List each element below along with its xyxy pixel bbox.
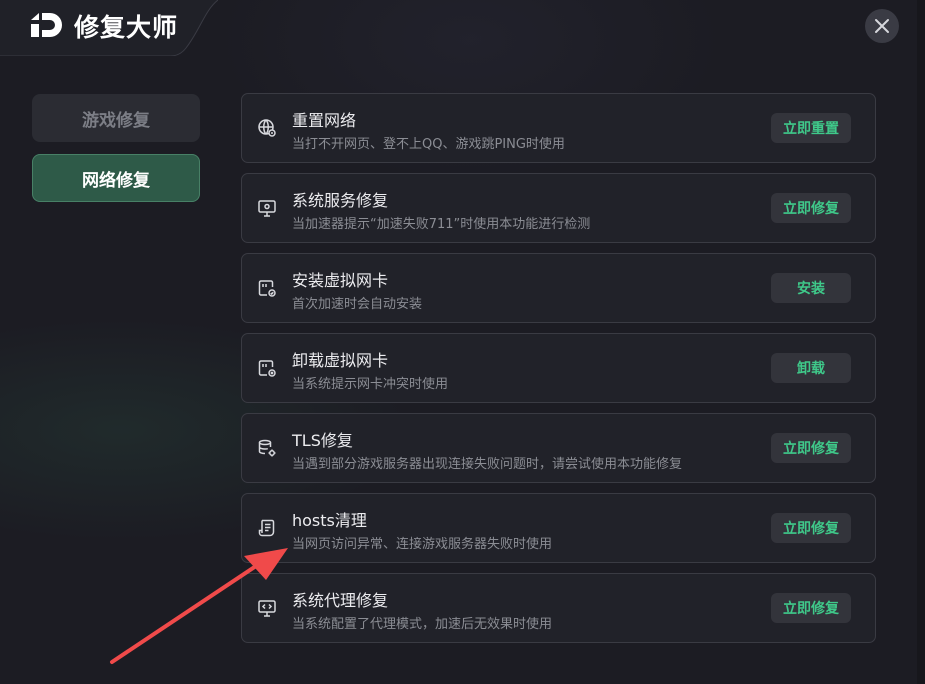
repair-title: 系统服务修复 bbox=[292, 191, 389, 210]
database-gear-icon bbox=[257, 438, 277, 458]
repair-title: 重置网络 bbox=[292, 111, 357, 130]
repair-description: 当系统提示网卡冲突时使用 bbox=[292, 377, 449, 392]
close-icon bbox=[875, 19, 889, 33]
repair-item-install-virtual-nic: 安装虚拟网卡 首次加速时会自动安装 安装 bbox=[241, 253, 876, 323]
repair-now-button[interactable]: 立即修复 bbox=[771, 513, 851, 543]
close-button[interactable] bbox=[865, 9, 899, 43]
repair-item-hosts-cleanup: hosts清理 当网页访问异常、连接游戏服务器失败时使用 立即修复 bbox=[241, 493, 876, 563]
repair-item-uninstall-virtual-nic: 卸载虚拟网卡 当系统提示网卡冲突时使用 卸载 bbox=[241, 333, 876, 403]
sidebar-item-label: 网络修复 bbox=[82, 170, 150, 191]
sidebar-item-network-repair[interactable]: 网络修复 bbox=[32, 154, 200, 202]
repair-item-system-proxy: 系统代理修复 当系统配置了代理模式，加速后无效果时使用 立即修复 bbox=[241, 573, 876, 643]
sidebar-item-label: 游戏修复 bbox=[82, 110, 150, 131]
repair-title: 系统代理修复 bbox=[292, 591, 389, 610]
repair-item-system-service: 系统服务修复 当加速器提示“加速失败711”时使用本功能进行检测 立即修复 bbox=[241, 173, 876, 243]
repair-item-tls: TLS修复 当遇到部分游戏服务器出现连接失败问题时，请尝试使用本功能修复 立即修… bbox=[241, 413, 876, 483]
repair-description: 当遇到部分游戏服务器出现连接失败问题时，请尝试使用本功能修复 bbox=[292, 457, 683, 472]
repair-title: hosts清理 bbox=[292, 511, 367, 530]
repair-description: 当加速器提示“加速失败711”时使用本功能进行检测 bbox=[292, 217, 591, 232]
repair-item-reset-network: 重置网络 当打不开网页、登不上QQ、游戏跳PING时使用 立即重置 bbox=[241, 93, 876, 163]
repair-master-window: 修复大师 游戏修复 网络修复 重置网络 当打不开网页、登不上QQ、游戏跳PING bbox=[0, 0, 925, 684]
app-logo-icon bbox=[28, 10, 64, 42]
app-title: 修复大师 bbox=[74, 13, 179, 42]
monitor-service-icon bbox=[257, 198, 277, 218]
title-tab: 修复大师 bbox=[0, 0, 218, 56]
repair-now-button[interactable]: 立即修复 bbox=[771, 433, 851, 463]
repair-description: 首次加速时会自动安装 bbox=[292, 297, 423, 312]
repair-now-button[interactable]: 立即修复 bbox=[771, 593, 851, 623]
reset-now-button[interactable]: 立即重置 bbox=[771, 113, 851, 143]
globe-icon bbox=[257, 118, 277, 138]
sidebar-item-game-repair[interactable]: 游戏修复 bbox=[32, 94, 200, 142]
title-bar: 修复大师 bbox=[0, 0, 925, 56]
uninstall-button[interactable]: 卸载 bbox=[771, 353, 851, 383]
monitor-proxy-icon bbox=[257, 598, 277, 618]
window-edge bbox=[917, 0, 925, 684]
repair-description: 当网页访问异常、连接游戏服务器失败时使用 bbox=[292, 537, 553, 552]
repair-title: 安装虚拟网卡 bbox=[292, 271, 389, 290]
repair-title: TLS修复 bbox=[292, 431, 353, 450]
repair-description: 当系统配置了代理模式，加速后无效果时使用 bbox=[292, 617, 553, 632]
document-list-icon bbox=[257, 518, 277, 538]
repair-title: 卸载虚拟网卡 bbox=[292, 351, 389, 370]
network-card-uninstall-icon bbox=[257, 358, 277, 378]
repair-description: 当打不开网页、登不上QQ、游戏跳PING时使用 bbox=[292, 137, 565, 152]
repair-now-button[interactable]: 立即修复 bbox=[771, 193, 851, 223]
install-button[interactable]: 安装 bbox=[771, 273, 851, 303]
network-card-install-icon bbox=[257, 278, 277, 298]
